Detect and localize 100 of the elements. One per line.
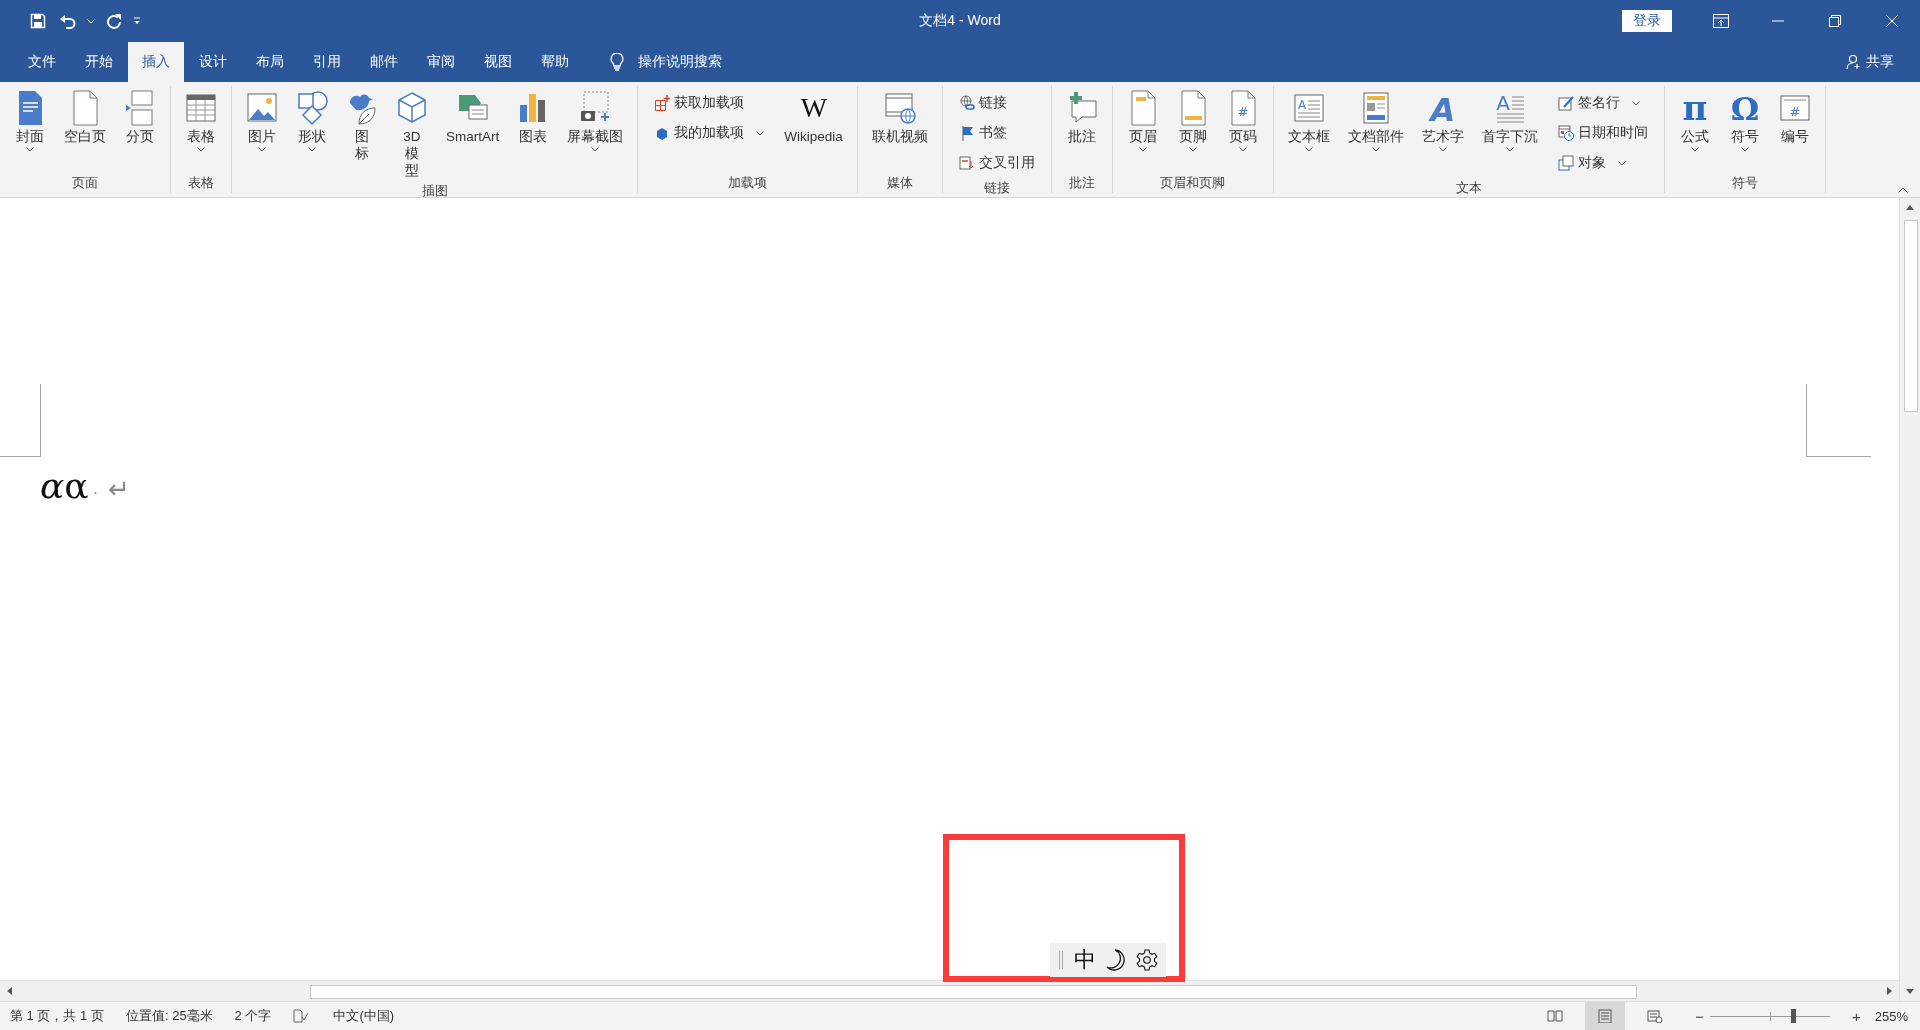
group-label: 加载项 xyxy=(727,174,769,192)
ribbon-button[interactable]: W Wikipedia xyxy=(776,88,851,147)
zoom-slider-thumb[interactable] xyxy=(1791,1009,1796,1023)
calendar-clock-icon xyxy=(1557,125,1574,141)
ribbon-button[interactable]: 图表 xyxy=(509,88,558,147)
ribbon-button[interactable]: 链接 xyxy=(958,90,1035,116)
save-icon xyxy=(30,13,46,29)
ribbon-button[interactable]: 图标 xyxy=(338,88,386,164)
ribbon-tab[interactable]: 视图 xyxy=(470,42,526,82)
ribbon-button[interactable]: 屏幕截图 xyxy=(559,88,632,154)
share-button[interactable]: 共享 xyxy=(1846,42,1894,82)
ribbon-button[interactable]: 交叉引用 xyxy=(958,150,1035,176)
document-text: αα xyxy=(40,465,89,506)
ribbon-tab[interactable]: 布局 xyxy=(242,42,298,82)
group-label: 链接 xyxy=(982,179,1011,197)
status-text[interactable]: 2 个字 xyxy=(234,1007,272,1025)
collapse-ribbon-button[interactable] xyxy=(1896,185,1910,195)
cross-reference-icon xyxy=(958,155,975,171)
ribbon-tab[interactable]: 邮件 xyxy=(356,42,412,82)
pi-icon: π xyxy=(1678,90,1711,126)
print-layout-icon xyxy=(1597,1009,1614,1023)
vertical-scrollbar[interactable] xyxy=(1899,198,1920,1001)
ribbon-button[interactable]: 签名行 xyxy=(1557,90,1648,116)
paragraph-mark: ↵ xyxy=(107,474,130,505)
ribbon-tab[interactable]: 引用 xyxy=(299,42,355,82)
group-label: 批注 xyxy=(1067,174,1096,192)
ribbon-button[interactable]: 封面 xyxy=(6,88,54,154)
omega-icon: Ω xyxy=(1728,90,1761,126)
redo-icon xyxy=(106,13,122,29)
ribbon-tab[interactable]: 帮助 xyxy=(527,42,583,82)
ribbon-button[interactable]: 形状 xyxy=(288,88,336,154)
globe-link-icon xyxy=(958,95,975,111)
ribbon-tab[interactable]: 审阅 xyxy=(413,42,469,82)
chevron-down-icon xyxy=(87,18,95,24)
caret-up-icon xyxy=(1898,187,1908,193)
window-title: 文档4 - Word xyxy=(919,12,1001,30)
zoom-slider[interactable] xyxy=(1710,1008,1830,1024)
zoom-out-button[interactable]: − xyxy=(1689,1007,1710,1025)
ribbon-button[interactable]: 对象 xyxy=(1557,150,1648,176)
scroll-up-icon xyxy=(1906,204,1914,212)
undo-icon xyxy=(59,13,77,29)
ribbon-button[interactable]: # 编号 xyxy=(1770,88,1819,147)
ribbon-button[interactable]: 书签 xyxy=(958,120,1035,146)
ribbon-button[interactable]: 页脚 xyxy=(1168,88,1217,154)
restore-icon xyxy=(1828,15,1841,27)
ribbon-button[interactable]: 图片 xyxy=(238,88,286,154)
proofing-icon[interactable] xyxy=(293,1009,310,1023)
ribbon-button[interactable]: 空白页 xyxy=(56,88,114,147)
view-button[interactable] xyxy=(1585,1002,1626,1030)
ribbon-tab[interactable]: 插入 xyxy=(128,42,184,82)
page-break-icon xyxy=(124,90,156,126)
ribbon-button[interactable]: 批注 xyxy=(1057,88,1106,147)
group-label: 页眉和页脚 xyxy=(1159,174,1227,192)
sign-in-button[interactable]: 登录 xyxy=(1622,10,1672,32)
scroll-right-icon xyxy=(1885,987,1893,995)
group-label: 表格 xyxy=(187,174,215,192)
ribbon-button[interactable]: 分页 xyxy=(116,88,164,147)
zoom-in-button[interactable]: + xyxy=(1846,1007,1867,1025)
ribbon-button[interactable]: 3D模型 xyxy=(388,88,436,181)
ribbon-button[interactable]: Ω 符号 xyxy=(1720,88,1769,154)
ribbon-tab[interactable]: 文件 xyxy=(14,42,70,82)
person-plus-icon xyxy=(1846,54,1862,70)
horizontal-scrollbar[interactable] xyxy=(0,980,1899,1001)
ribbon-button[interactable]: 获取加载项 xyxy=(654,90,765,116)
ribbon-button[interactable]: 我的加载项 xyxy=(654,120,765,146)
ribbon-button[interactable]: 表格 xyxy=(177,88,225,154)
status-text[interactable]: 第 1 页，共 1 页 xyxy=(10,1007,104,1025)
customize-icon xyxy=(133,17,141,25)
scrollbar-thumb[interactable] xyxy=(310,985,1637,999)
read-mode-icon xyxy=(1547,1009,1564,1023)
ribbon-button[interactable]: A 文本框 xyxy=(1279,88,1338,154)
ribbon-button[interactable]: 页眉 xyxy=(1118,88,1167,154)
group-label: 插图 xyxy=(420,182,449,200)
film-globe-icon xyxy=(883,90,916,126)
zoom-level-text[interactable]: 255% xyxy=(1874,1008,1908,1024)
ribbon-tab[interactable]: 设计 xyxy=(185,42,241,82)
scrollbar-thumb[interactable] xyxy=(1904,220,1918,412)
ribbon-button[interactable]: 日期和时间 xyxy=(1557,120,1648,146)
status-text[interactable]: 位置值: 25毫米 xyxy=(125,1007,213,1025)
ribbon-tab[interactable]: 开始 xyxy=(71,42,127,82)
tell-me-button[interactable]: 操作说明搜索 xyxy=(604,42,728,82)
input-mode-button[interactable]: 中 xyxy=(1074,945,1096,975)
scroll-down-icon xyxy=(1906,987,1914,995)
space-mark: · xyxy=(92,484,98,502)
ribbon-button[interactable]: 联机视频 xyxy=(863,88,936,147)
object-icon xyxy=(1557,155,1574,171)
language-status[interactable]: 中文(中国) xyxy=(333,1007,395,1025)
scroll-left-icon xyxy=(6,987,14,995)
shapes-icon xyxy=(296,90,328,126)
wikipedia-w-icon: W xyxy=(797,90,830,126)
cube-icon xyxy=(396,90,428,126)
moon-icon xyxy=(1106,949,1126,971)
ribbon-button[interactable]: π 公式 xyxy=(1670,88,1719,154)
ribbon-button[interactable]: 文档部件 xyxy=(1339,88,1412,154)
ribbon-button[interactable]: A 艺术字 xyxy=(1413,88,1472,154)
close-icon xyxy=(1885,15,1898,27)
ribbon-button[interactable]: # 页码 xyxy=(1218,88,1267,154)
ribbon-button[interactable]: SmartArt xyxy=(438,88,508,147)
ribbon-button[interactable]: A 首字下沉 xyxy=(1473,88,1546,154)
grip-icon xyxy=(1058,951,1064,969)
